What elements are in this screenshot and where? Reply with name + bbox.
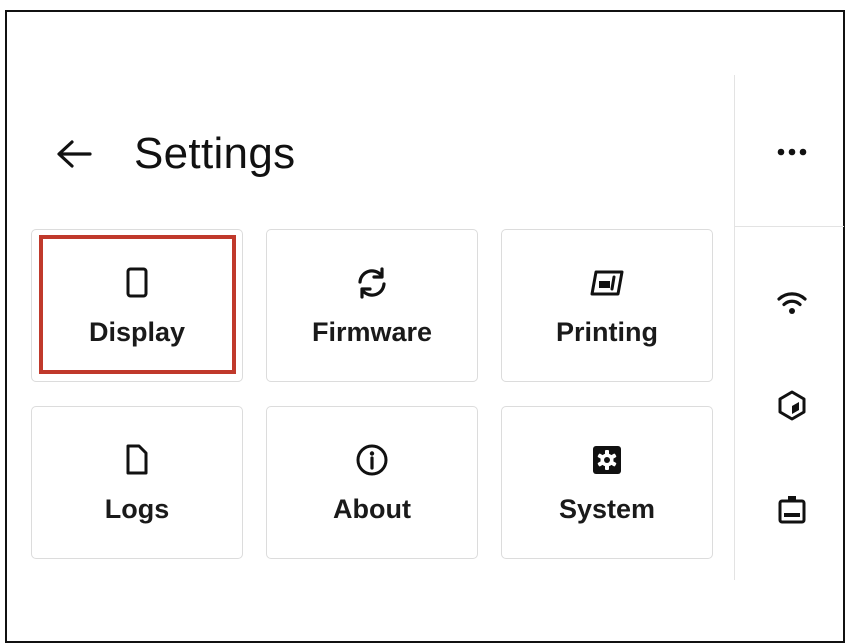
tile-label: Printing <box>556 317 658 347</box>
wifi-status[interactable] <box>766 283 818 323</box>
file-icon <box>126 444 148 475</box>
filament-cube-icon <box>778 390 806 421</box>
tile-logs[interactable]: Logs <box>31 406 243 559</box>
sidebar-divider <box>734 75 735 580</box>
tile-label: Display <box>88 317 186 347</box>
printer-bed-icon <box>590 270 624 296</box>
refresh-icon <box>358 267 386 299</box>
info-icon <box>356 444 388 476</box>
printer-status[interactable] <box>766 490 818 530</box>
tile-about[interactable]: About <box>266 406 478 559</box>
gear-box-icon <box>593 446 621 474</box>
filament-status[interactable] <box>766 385 818 425</box>
arrow-left-icon <box>57 140 92 168</box>
tile-display[interactable]: Display <box>31 229 243 382</box>
sidebar-header-divider <box>734 226 844 227</box>
wifi-icon <box>777 292 807 314</box>
tile-firmware[interactable]: Firmware <box>266 229 478 382</box>
tile-label: Firmware <box>311 317 433 347</box>
more-horizontal-icon <box>777 148 807 156</box>
page-title: Settings <box>134 129 296 178</box>
tile-label: About <box>333 494 411 524</box>
tile-label: System <box>558 494 656 524</box>
more-button[interactable] <box>766 134 818 170</box>
tile-label: Logs <box>104 494 170 524</box>
tile-system[interactable]: System <box>501 406 713 559</box>
header: Settings <box>52 122 295 186</box>
printer-icon <box>778 496 806 524</box>
tile-printing[interactable]: Printing <box>501 229 713 382</box>
tablet-icon <box>126 267 148 298</box>
back-button[interactable] <box>52 132 96 176</box>
